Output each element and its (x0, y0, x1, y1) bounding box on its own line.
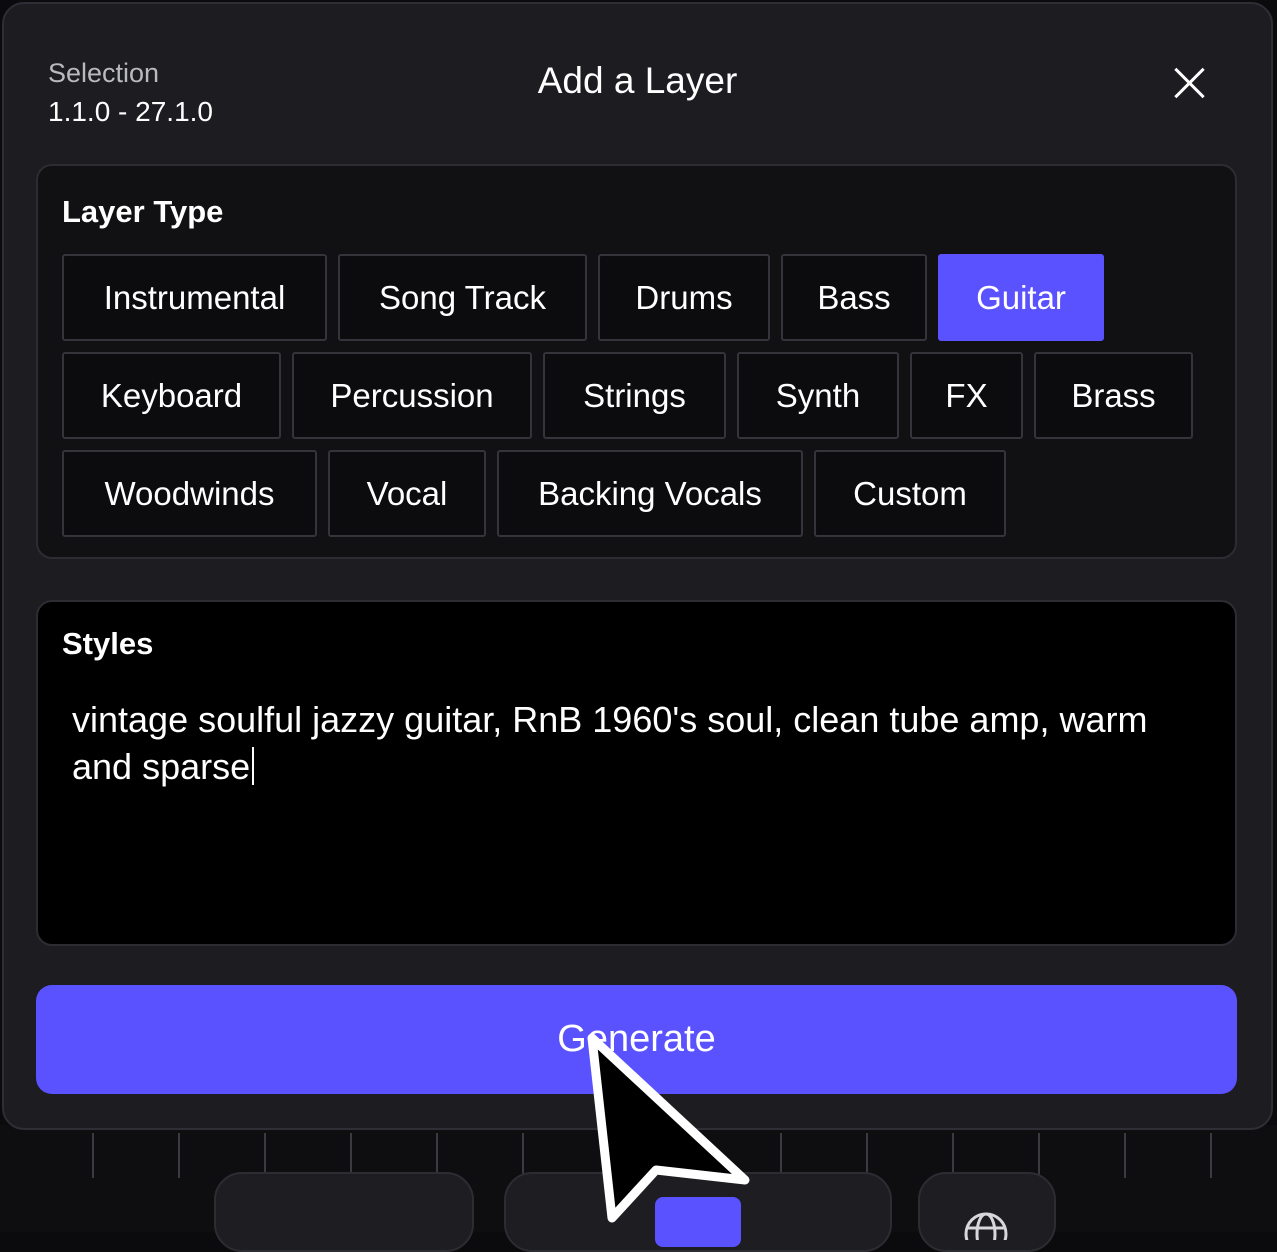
layer-type-synth[interactable]: Synth (737, 352, 899, 439)
layer-type-fx[interactable]: FX (910, 352, 1023, 439)
styles-input[interactable]: vintage soulful jazzy guitar, RnB 1960's… (72, 696, 1212, 790)
layer-type-percussion[interactable]: Percussion (292, 352, 532, 439)
layer-type-vocal[interactable]: Vocal (328, 450, 486, 537)
timeline-tick (522, 1133, 524, 1178)
layer-type-instrumental[interactable]: Instrumental (62, 254, 327, 341)
background-control[interactable] (214, 1172, 474, 1252)
timeline-tick (92, 1133, 94, 1178)
layer-type-drums[interactable]: Drums (598, 254, 770, 341)
styles-panel[interactable]: Styles vintage soulful jazzy guitar, RnB… (36, 600, 1237, 946)
styles-title: Styles (62, 626, 154, 661)
layer-type-panel: Layer Type Instrumental Song Track Drums… (36, 164, 1237, 559)
timeline-tick (1124, 1133, 1126, 1178)
layer-type-bass[interactable]: Bass (781, 254, 927, 341)
layer-type-keyboard[interactable]: Keyboard (62, 352, 281, 439)
timeline-tick (1210, 1133, 1212, 1178)
globe-icon (964, 1212, 1008, 1240)
layer-type-guitar[interactable]: Guitar (938, 254, 1104, 341)
add-layer-dialog: Selection 1.1.0 - 27.1.0 Add a Layer Lay… (2, 2, 1273, 1130)
timeline-tick (1038, 1133, 1040, 1178)
layer-type-custom[interactable]: Custom (814, 450, 1006, 537)
layer-type-backing-vocals[interactable]: Backing Vocals (497, 450, 803, 537)
layer-type-strings[interactable]: Strings (543, 352, 726, 439)
close-icon[interactable] (1166, 60, 1212, 106)
timeline-tick (178, 1133, 180, 1178)
layer-type-brass[interactable]: Brass (1034, 352, 1193, 439)
layer-type-song-track[interactable]: Song Track (338, 254, 587, 341)
mouse-pointer-icon (587, 1033, 750, 1223)
layer-type-woodwinds[interactable]: Woodwinds (62, 450, 317, 537)
text-caret (252, 747, 255, 785)
dialog-title: Add a Layer (537, 60, 738, 101)
layer-type-title: Layer Type (62, 194, 224, 229)
styles-input-text: vintage soulful jazzy guitar, RnB 1960's… (72, 699, 1148, 787)
